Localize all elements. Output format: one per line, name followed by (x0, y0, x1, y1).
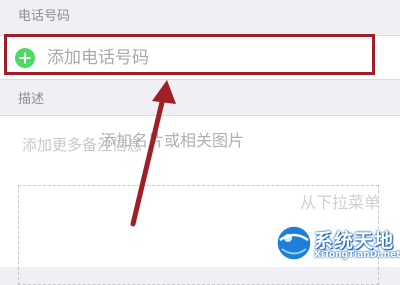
add-phone-label: 添加电话号码 (47, 48, 149, 68)
description-section-header: 描述 (18, 92, 45, 107)
upload-hint-text: 从下拉菜单 (300, 193, 381, 212)
phone-section-header: 电话号码 (18, 9, 71, 24)
attach-image-label: 添加名片或相关图片 (100, 131, 245, 150)
add-phone-row[interactable]: 添加电话号码 (0, 35, 400, 80)
add-circle-icon (15, 48, 35, 68)
